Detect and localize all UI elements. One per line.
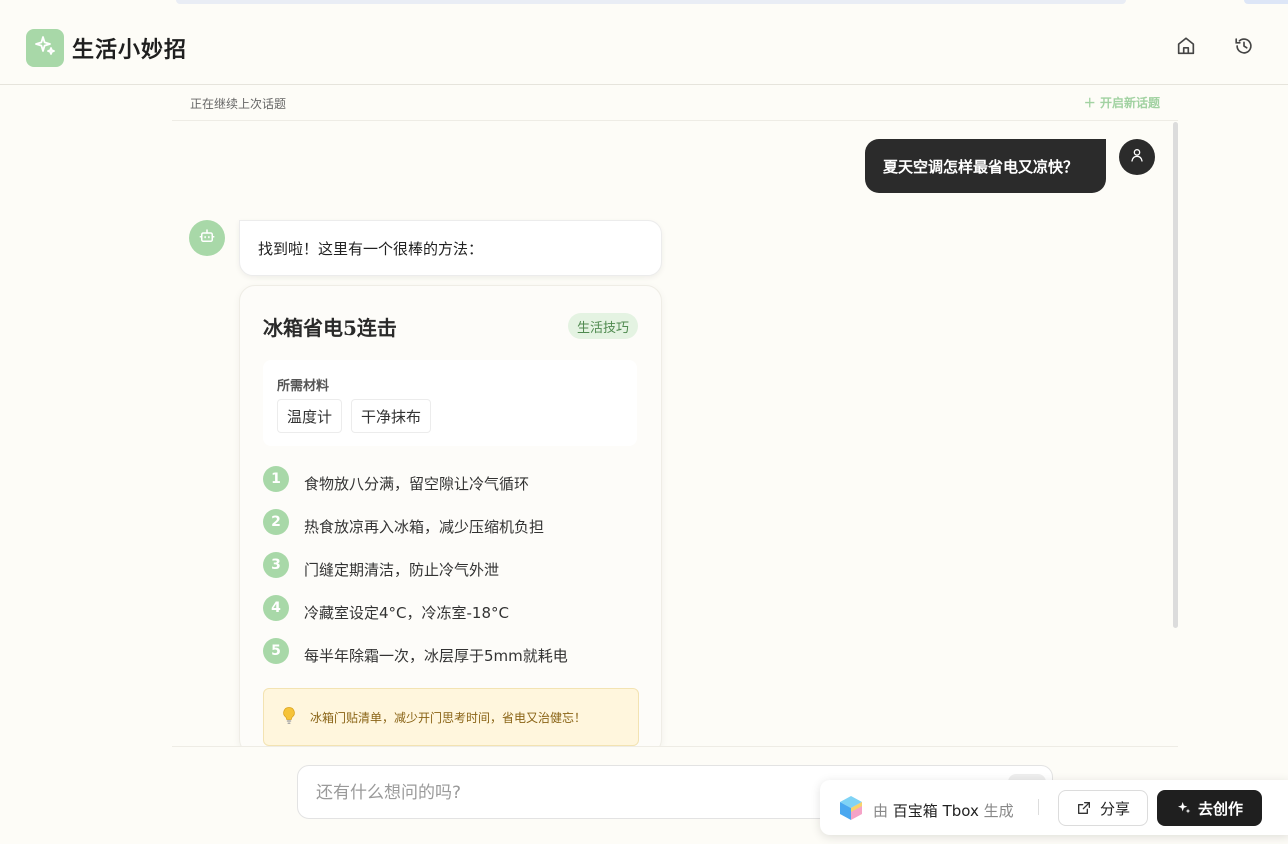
brand-text: 由 百宝箱 Tbox 生成 (873, 800, 1014, 821)
tbox-brand[interactable]: 由 百宝箱 Tbox 生成 (837, 794, 1014, 826)
float-bar-divider (1038, 799, 1039, 815)
share-icon (1076, 800, 1092, 816)
materials-panel: 所需材料 温度计 干净抹布 (263, 360, 637, 446)
input-area-divider (172, 746, 1178, 747)
step-item: 5 每半年除霜一次，冰层厚于5mm就耗电 (263, 638, 568, 681)
step-text: 热食放凉再入冰箱，减少压缩机负担 (304, 518, 545, 536)
tbox-logo-icon (837, 794, 865, 826)
conversation-status: 正在继续上次话题 (190, 97, 287, 111)
tip-text: 冰箱门贴清单，减少开门思考时间，省电又治健忘！ (310, 710, 587, 725)
chat-scrollbar[interactable] (1173, 122, 1178, 628)
share-label: 分享 (1099, 799, 1130, 818)
step-text: 冷藏室设定4°C，冷冻室-18°C (304, 604, 509, 622)
brand-prefix: 由 (873, 801, 889, 820)
robot-icon (198, 227, 216, 249)
step-item: 3 门缝定期清洁，防止冷气外泄 (263, 552, 568, 595)
category-tag: 生活技巧 (567, 313, 638, 339)
plus-icon: ＋ (1083, 96, 1096, 110)
bot-message-bubble: 找到啦！这里有一个很棒的方法： (239, 220, 662, 276)
materials-label: 所需材料 (277, 379, 330, 394)
history-button[interactable] (1230, 34, 1258, 62)
create-button[interactable]: 去创作 (1157, 790, 1262, 826)
tip-box: 冰箱门贴清单，减少开门思考时间，省电又治健忘！ (263, 688, 639, 746)
sparkle-icon (1176, 800, 1192, 816)
user-avatar (1119, 139, 1155, 175)
material-chip: 干净抹布 (351, 399, 432, 433)
materials-list: 温度计 干净抹布 (277, 399, 432, 433)
browser-top-strip (0, 0, 1288, 10)
lightbulb-icon (280, 705, 298, 729)
app-header: 生活小妙招 (0, 10, 1288, 85)
home-button[interactable] (1172, 34, 1200, 62)
steps-list: 1 食物放八分满，留空隙让冷气循环 2 热食放凉再入冰箱，减少压缩机负担 3 门… (263, 466, 568, 681)
user-icon (1129, 147, 1145, 167)
step-item: 2 热食放凉再入冰箱，减少压缩机负担 (263, 509, 568, 552)
card-title: 冰箱省电5连击 (263, 316, 397, 340)
step-text: 门缝定期清洁，防止冷气外泄 (304, 561, 500, 579)
home-icon (1175, 35, 1197, 61)
user-message-bubble: 夏天空调怎样最省电又凉快？ (865, 139, 1106, 193)
step-number-badge: 1 (263, 466, 289, 492)
brand-name: 百宝箱 Tbox (892, 801, 979, 820)
history-icon (1233, 35, 1255, 61)
step-item: 4 冷藏室设定4°C，冷冻室-18°C (263, 595, 568, 638)
step-number-badge: 2 (263, 509, 289, 535)
tip-card: 冰箱省电5连击 生活技巧 所需材料 温度计 干净抹布 1 食物放八分满，留空隙让… (239, 285, 662, 755)
material-chip: 温度计 (277, 399, 343, 433)
step-number-badge: 4 (263, 595, 289, 621)
step-text: 每半年除霜一次，冰层厚于5mm就耗电 (304, 647, 568, 665)
share-button[interactable]: 分享 (1058, 790, 1148, 826)
bot-avatar (189, 220, 225, 256)
top-strip-bar (176, 0, 1126, 4)
create-label: 去创作 (1197, 799, 1243, 818)
step-item: 1 食物放八分满，留空隙让冷气循环 (263, 466, 568, 509)
tbox-float-bar: 由 百宝箱 Tbox 生成 分享 去创作 (820, 780, 1288, 835)
step-text: 食物放八分满，留空隙让冷气循环 (304, 475, 530, 493)
app-title: 生活小妙招 (72, 37, 188, 63)
new-topic-label: 开启新话题 (1099, 96, 1160, 110)
brand-suffix: 生成 (983, 801, 1014, 820)
step-number-badge: 3 (263, 552, 289, 578)
top-strip-bar-right (1244, 0, 1288, 4)
step-number-badge: 5 (263, 638, 289, 664)
app-logo (26, 29, 64, 67)
sparkle-icon (33, 34, 57, 62)
new-topic-button[interactable]: ＋ 开启新话题 (1084, 94, 1160, 111)
conversation-bar: 正在继续上次话题 ＋ 开启新话题 (172, 86, 1178, 121)
